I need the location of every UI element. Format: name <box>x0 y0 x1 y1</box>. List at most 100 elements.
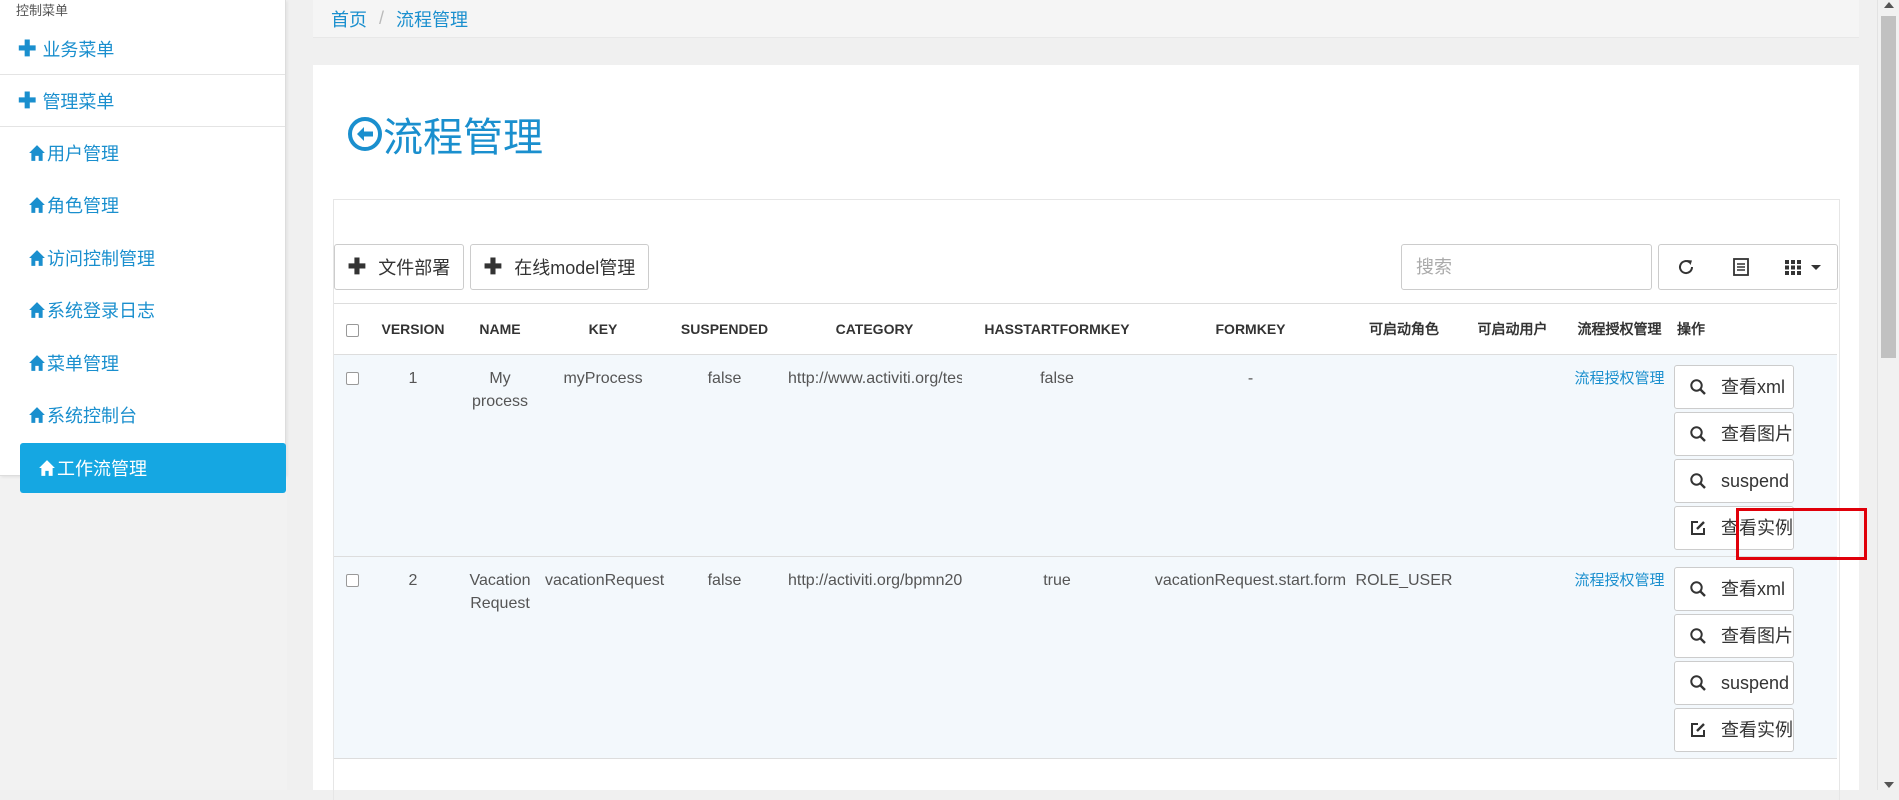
toggle-view-button[interactable] <box>1713 244 1769 290</box>
sidebar-item-label: 用户管理 <box>47 144 119 164</box>
page-title-text: 流程管理 <box>383 116 543 160</box>
column-header[interactable]: SUSPENDED <box>662 303 787 355</box>
home-icon <box>29 302 45 318</box>
row-select-cell <box>334 354 370 557</box>
scroll-up-arrow-icon[interactable] <box>1884 2 1894 8</box>
suspend-button[interactable]: suspend <box>1674 661 1794 705</box>
menu-group-business[interactable]: ✚ 业务菜单 <box>0 24 285 75</box>
row-checkbox[interactable] <box>345 372 359 385</box>
column-header[interactable]: 可启动角色 <box>1349 303 1459 355</box>
search-icon <box>1690 581 1706 597</box>
refresh-icon <box>1679 260 1694 275</box>
name-cell: Vacation Request <box>456 556 544 759</box>
row-checkbox[interactable] <box>345 574 359 587</box>
column-header[interactable]: HASSTARTFORMKEY <box>962 303 1152 355</box>
column-header[interactable]: 流程授权管理 <box>1566 303 1673 355</box>
refresh-button[interactable] <box>1658 244 1714 290</box>
auth-management-link[interactable]: 流程授权管理 <box>1574 572 1664 589</box>
sidebar-item-users[interactable]: 用户管理 <box>28 133 119 173</box>
breadcrumb: 首页 / 流程管理 <box>313 0 1859 38</box>
key-cell: vacationRequest <box>544 556 664 759</box>
process-table: VERSION NAME KEY SUSPENDED CATEGORY HASS… <box>334 303 1837 759</box>
menu-group-label: 管理菜单 <box>42 92 115 112</box>
scrollbar-thumb[interactable] <box>1881 16 1896 358</box>
view-xml-button[interactable]: 查看xml <box>1674 365 1794 409</box>
search-icon <box>1690 628 1706 644</box>
hasstartformkey-cell: true <box>962 556 1152 759</box>
plus-icon: ✚ <box>18 88 37 113</box>
menu-group-admin[interactable]: ✚ 管理菜单 <box>0 76 285 127</box>
roles-cell: ROLE_USER <box>1349 556 1459 759</box>
users-cell <box>1459 556 1566 759</box>
search-icon <box>1690 379 1706 395</box>
edit-icon <box>1691 723 1705 737</box>
op-label: 查看图片 <box>1721 423 1793 444</box>
op-label: 查看图片 <box>1721 625 1793 646</box>
column-header[interactable]: KEY <box>544 303 662 355</box>
breadcrumb-home-link[interactable]: 首页 <box>331 6 367 32</box>
category-cell: http://www.activiti.org/test <box>787 354 962 557</box>
column-header[interactable]: 可启动用户 <box>1459 303 1566 355</box>
sidebar-item-workflow[interactable]: 工作流管理 <box>20 443 286 493</box>
breadcrumb-current-link[interactable]: 流程管理 <box>396 6 468 32</box>
auth-management-link[interactable]: 流程授权管理 <box>1574 370 1664 387</box>
breadcrumb-separator: / <box>379 8 385 28</box>
formkey-cell: - <box>1152 354 1349 557</box>
sidebar-caption: 控制菜单 <box>16 3 69 18</box>
online-model-button[interactable]: ✚ 在线model管理 <box>470 244 649 290</box>
sidebar-item-menu-management[interactable]: 菜单管理 <box>28 343 119 383</box>
sidebar-item-console[interactable]: 系统控制台 <box>28 395 137 435</box>
ops-group: 查看xml 查看图片 suspend 查看实例 <box>1674 365 1836 555</box>
main-content: 流程管理 ✚ 文件部署 ✚ 在线model管理 搜索 VERSION NAME … <box>313 65 1859 800</box>
search-icon <box>1690 426 1706 442</box>
version-cell: 1 <box>370 354 456 557</box>
column-header: 操作 <box>1673 303 1837 355</box>
process-table-panel: ✚ 文件部署 ✚ 在线model管理 搜索 VERSION NAME KEY S… <box>333 199 1840 800</box>
select-all-header <box>334 303 370 355</box>
scroll-down-arrow-icon[interactable] <box>1884 782 1894 788</box>
deploy-file-button[interactable]: ✚ 文件部署 <box>334 244 464 290</box>
suspend-button[interactable]: suspend <box>1674 459 1794 503</box>
auth-cell: 流程授权管理 <box>1566 556 1673 759</box>
column-header[interactable]: NAME <box>456 303 544 355</box>
circle-arrow-left-icon[interactable] <box>347 116 383 152</box>
formkey-cell: vacationRequest.start.form <box>1152 556 1349 759</box>
sidebar-item-label: 菜单管理 <box>47 354 119 374</box>
columns-dropdown-button[interactable] <box>1768 244 1838 290</box>
roles-cell <box>1349 354 1459 557</box>
view-instances-button[interactable]: 查看实例 <box>1674 708 1794 752</box>
sidebar: 控制菜单 ✚ 业务菜单 ✚ 管理菜单 用户管理 角色管理 访问控制管理 系统登录… <box>0 0 287 790</box>
view-image-button[interactable]: 查看图片 <box>1674 614 1794 658</box>
table-row: 1 My process myProcess false http://www.… <box>334 354 1837 557</box>
search-input[interactable] <box>1401 244 1652 290</box>
table-row: 2 Vacation Request vacationRequest false… <box>334 556 1837 759</box>
view-instances-button[interactable]: 查看实例 <box>1674 506 1794 550</box>
edit-icon <box>1691 521 1705 535</box>
view-image-button[interactable]: 查看图片 <box>1674 412 1794 456</box>
list-view-icon <box>1732 258 1749 276</box>
view-xml-button[interactable]: 查看xml <box>1674 567 1794 611</box>
sidebar-item-roles[interactable]: 角色管理 <box>28 185 119 225</box>
plus-icon: ✚ <box>347 254 367 279</box>
home-icon <box>29 145 45 161</box>
home-icon <box>29 407 45 423</box>
op-label: 查看xml <box>1721 578 1785 599</box>
column-header[interactable]: FORMKEY <box>1152 303 1349 355</box>
sidebar-item-label: 系统登录日志 <box>47 301 155 321</box>
op-label: suspend <box>1721 672 1790 693</box>
page-scrollbar[interactable] <box>1877 0 1899 790</box>
home-icon <box>29 197 45 213</box>
sidebar-item-access-control[interactable]: 访问控制管理 <box>28 238 155 278</box>
op-label: 查看实例 <box>1721 517 1793 538</box>
select-all-checkbox[interactable] <box>345 324 359 337</box>
menu-group-label: 业务菜单 <box>42 40 115 60</box>
sidebar-item-login-log[interactable]: 系统登录日志 <box>28 290 155 330</box>
key-cell: myProcess <box>544 354 662 557</box>
ops-cell: 查看xml 查看图片 suspend 查看实例 <box>1673 556 1837 759</box>
plus-icon: ✚ <box>18 36 37 61</box>
column-header[interactable]: VERSION <box>370 303 456 355</box>
sidebar-item-label: 系统控制台 <box>47 406 137 426</box>
column-header[interactable]: CATEGORY <box>787 303 962 355</box>
version-cell: 2 <box>370 556 456 759</box>
home-icon <box>39 460 55 476</box>
